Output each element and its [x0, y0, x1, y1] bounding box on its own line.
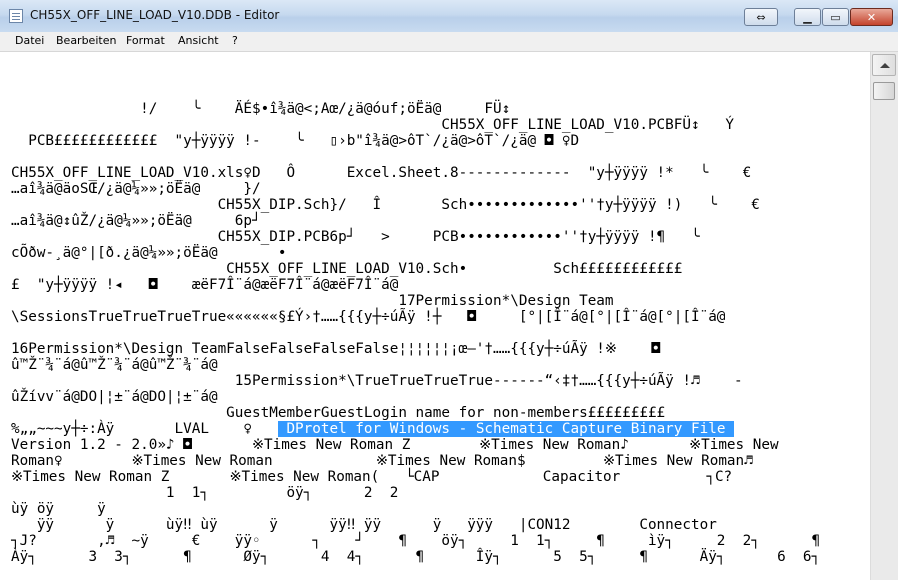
vertical-scrollbar[interactable] — [870, 52, 898, 580]
text-line: CH55X_DIP.Sch}/ Î Sch•••••••••••••''†y┼ÿ… — [11, 197, 760, 213]
text-line: Àÿ┐ 3 3┐ ¶ Øÿ┐ 4 4┐ ¶ Îÿ┐ 5 5┐ ¶ Äÿ┐ 6 6… — [11, 549, 821, 565]
restore-icon[interactable]: ⇔ — [744, 8, 778, 26]
minimize-icon[interactable]: ▁ — [794, 8, 821, 26]
text-line: cÕðw-¸ä@°|[ð.¿ä@¼»»;öËä@ • — [11, 245, 287, 261]
text-line: Roman♀ ※Times New Roman ※Times New Roman… — [11, 453, 753, 469]
menu-bar: Datei Bearbeiten Format Ansicht ? — [0, 32, 898, 52]
text-line: …aî¾ä@↕ûŽ/¿ä@¼»»;öËä@ 6p┘ — [11, 213, 261, 229]
text-line: ┐J? ‚♬ ~ÿ € ÿÿ◦ ┐ ┘ ¶ öÿ┐ 1 1┐ ¶ ìÿ┐ 2 2… — [11, 533, 821, 549]
text-line: !/ ╰ ÄÉ$•î¾ä@<;Aœ/¿ä@óuf;öËä@ FÜ↕ — [11, 101, 511, 117]
selected-text[interactable]: DProtel for Windows - Schematic Capture … — [277, 421, 735, 437]
menu-datei[interactable]: Datei — [15, 34, 44, 47]
text-line: 17Permission*\Design Team — [11, 293, 614, 309]
text-line: CH55X_DIP.PCB6p┘ > PCB••••••••••••''†y┼ÿ… — [11, 229, 700, 245]
text-line: …aî¾ä@äoSŒ/¿ä@¼»»;öËä@ }/ — [11, 181, 261, 197]
text-line: %„„~~~y┼÷:Àÿ LVAL ♀ DProtel for Windows … — [11, 421, 735, 437]
title-bar[interactable]: CH55X_OFF_LINE_LOAD_V10.DDB - Editor ⇔ ▁… — [0, 0, 898, 33]
text-line: ÿÿ ÿ ùÿ‼ ùÿ ÿ ÿÿ‼ ÿÿ ÿ ÿÿÿ |CON12 Connec… — [11, 517, 717, 533]
maximize-icon[interactable]: ▭ — [822, 8, 849, 26]
text-line: ûŽívv¨á@DO|¦±¨á@DO|¦±¨á@ — [11, 389, 218, 405]
scroll-thumb[interactable] — [873, 82, 895, 100]
text-line: GuestMemberGuestLogin name for non-membe… — [11, 405, 666, 421]
menu-help[interactable]: ? — [232, 34, 238, 47]
text-line: \SessionsTrueTrueTrueTrue««««««§£Ý›†……{{… — [11, 309, 726, 325]
editor-window: CH55X_OFF_LINE_LOAD_V10.DDB - Editor ⇔ ▁… — [0, 0, 898, 580]
text-line: £ "y┼ÿÿÿÿ !◂ ◘ æëF7Î¨á@æëF7Î¨á@æëF7Î¨á@ — [11, 277, 399, 293]
text-line: û™Ž¨¾¨á@û™Ž¨¾¨á@û™Ž¨¾¨á@ — [11, 357, 218, 373]
text-line: CH55X_OFF_LINE_LOAD_V10.Sch• Sch££££££££… — [11, 261, 683, 277]
window-title: CH55X_OFF_LINE_LOAD_V10.DDB - Editor — [30, 8, 280, 22]
text-line: PCB££££££££££££ "y┼ÿÿÿÿ !- ╰ ▯›b"î¾ä@>ôT… — [11, 133, 580, 149]
notepad-icon[interactable] — [9, 9, 23, 23]
text-line: CH55X_OFF_LINE_LOAD_V10.PCBFÜ↕ Ý — [11, 117, 735, 133]
text-line: ※Times New Roman Z ※Times New Roman( └CA… — [11, 469, 733, 485]
text-line: 1 1┐ öÿ┐ 2 2 — [11, 485, 399, 501]
text-line: Version 1.2 - 2.0»♪ ◘ ※Times New Roman Z… — [11, 437, 779, 453]
text-line: 16Permission*\Design TeamFalseFalseFalse… — [11, 341, 660, 357]
text-line-prefix: %„„~~~y┼÷:Àÿ LVAL ♀ — [11, 421, 278, 437]
scroll-up-icon[interactable] — [872, 54, 896, 76]
text-line: 15Permission*\TrueTrueTrueTrue------“‹‡†… — [11, 373, 743, 389]
text-line: ùÿ öÿ ÿ — [11, 501, 106, 517]
menu-format[interactable]: Format — [126, 34, 165, 47]
text-line: CH55X_OFF_LINE_LOAD_V10.xls♀D Ô Excel.Sh… — [11, 165, 752, 181]
close-icon[interactable]: ✕ — [850, 8, 893, 26]
menu-ansicht[interactable]: Ansicht — [178, 34, 219, 47]
menu-bearbeiten[interactable]: Bearbeiten — [56, 34, 116, 47]
text-area[interactable]: !/ ╰ ÄÉ$•î¾ä@<;Aœ/¿ä@óuf;öËä@ FÜ↕ CH55X_… — [0, 52, 870, 580]
